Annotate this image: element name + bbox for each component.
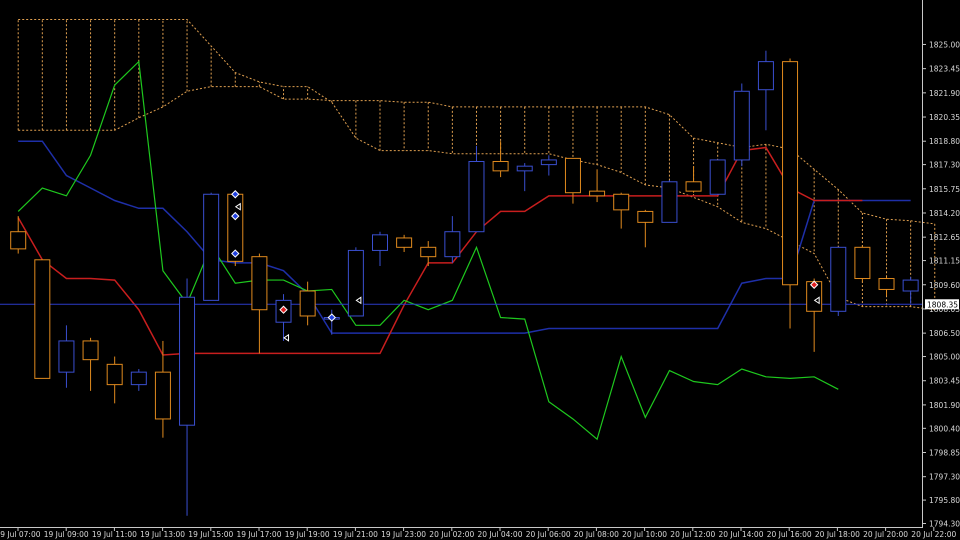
candle-body[interactable] [106, 363, 123, 386]
x-tick-label: 19 Jul 09:00 [44, 530, 89, 539]
candle-body[interactable] [347, 249, 364, 317]
candle-body[interactable] [733, 90, 750, 161]
y-tick-label: 1809.60 [929, 281, 960, 290]
y-tick-label: 1811.15 [929, 257, 960, 266]
x-tick-label: 20 Jul 20:00 [863, 530, 908, 539]
candle-body[interactable] [203, 193, 220, 301]
ichimoku-candlestick-chart[interactable]: 1825.00 1823.45 1821.90 1820.35 1818.80 1817.… [0, 0, 960, 540]
candle-body[interactable] [251, 256, 268, 311]
x-tick-label: 20 Jul 10:00 [622, 530, 667, 539]
x-tick-label: 19 Jul 07:00 [0, 530, 41, 539]
y-tick-label: 1821.90 [929, 89, 960, 98]
x-tick-label: 19 Jul 23:00 [381, 530, 426, 539]
candle[interactable] [709, 159, 726, 195]
y-tick-label: 1805.00 [929, 353, 960, 362]
y-tick-label: 1820.35 [929, 113, 960, 122]
candle[interactable] [830, 246, 847, 316]
candle-body[interactable] [179, 296, 196, 426]
x-tick-label: 19 Jul 19:00 [285, 530, 330, 539]
y-tick-label: 1801.90 [929, 401, 960, 410]
x-tick-label: 20 Jul 12:00 [670, 530, 715, 539]
candle-body[interactable] [10, 231, 27, 250]
candle-body[interactable] [782, 61, 799, 286]
x-tick-label: 20 Jul 06:00 [526, 530, 571, 539]
plot-background [0, 0, 960, 540]
candle-body[interactable] [420, 246, 437, 258]
candle-body[interactable] [468, 160, 485, 233]
y-tick-label: 1795.80 [929, 496, 960, 505]
candle-body[interactable] [492, 160, 509, 172]
y-tick-label: 1797.30 [929, 473, 960, 482]
candle-body[interactable] [154, 371, 171, 420]
candle-body[interactable] [854, 246, 871, 280]
current-price-label-text: 1808.35 [927, 300, 958, 309]
candle-body[interactable] [757, 61, 774, 91]
candle-body[interactable] [130, 371, 147, 386]
candle[interactable] [661, 180, 678, 223]
candle-body[interactable] [444, 231, 461, 258]
candle-body[interactable] [564, 157, 581, 194]
candle-body[interactable] [516, 165, 533, 172]
x-tick-label: 20 Jul 16:00 [767, 530, 812, 539]
candle-body[interactable] [372, 234, 388, 251]
y-tick-label: 1806.50 [929, 329, 960, 338]
x-tick-label: 19 Jul 15:00 [188, 530, 233, 539]
candle-body[interactable] [34, 259, 51, 379]
y-tick-label: 1803.45 [929, 377, 960, 386]
candle-body[interactable] [637, 210, 654, 223]
y-tick-label: 1825.00 [929, 40, 960, 49]
candle[interactable] [203, 192, 220, 301]
y-tick-label: 1823.45 [929, 65, 960, 74]
y-tick-label: 1812.65 [929, 233, 960, 242]
candle-body[interactable] [589, 190, 606, 197]
candle[interactable] [34, 259, 51, 379]
candle-body[interactable] [709, 159, 726, 195]
current-price-label: 1808.35 [925, 299, 959, 310]
x-tick-label: 20 Jul 22:00 [911, 530, 956, 539]
candle[interactable] [854, 245, 871, 282]
y-tick-label: 1814.20 [929, 209, 960, 218]
x-tick-label: 19 Jul 21:00 [333, 530, 378, 539]
x-tick-label: 19 Jul 17:00 [237, 530, 282, 539]
candle-body[interactable] [58, 340, 75, 373]
x-tick-label: 20 Jul 08:00 [574, 530, 619, 539]
x-tick-label: 19 Jul 13:00 [140, 530, 185, 539]
candle[interactable] [733, 83, 750, 167]
x-tick-label: 20 Jul 04:00 [478, 530, 523, 539]
y-tick-label: 1798.85 [929, 449, 960, 458]
candle[interactable] [347, 247, 364, 317]
candle-body[interactable] [540, 159, 557, 166]
x-tick-label: 20 Jul 02:00 [429, 530, 474, 539]
candle-body[interactable] [661, 181, 678, 223]
y-tick-label: 1817.30 [929, 161, 960, 170]
y-tick-label: 1818.80 [929, 137, 960, 146]
x-tick-label: 20 Jul 14:00 [719, 530, 764, 539]
candle-body[interactable] [685, 181, 702, 192]
x-tick-label: 19 Jul 11:00 [92, 530, 137, 539]
candle-body[interactable] [82, 340, 99, 361]
candle-body[interactable] [613, 193, 630, 211]
candle-body[interactable] [830, 246, 847, 312]
candle-body[interactable] [878, 278, 895, 290]
candle-body[interactable] [902, 279, 919, 292]
candle-body[interactable] [396, 237, 413, 248]
y-tick-label: 1800.40 [929, 424, 960, 433]
x-tick-label: 20 Jul 18:00 [815, 530, 860, 539]
candle-body[interactable] [299, 290, 316, 317]
y-tick-label: 1815.75 [929, 185, 960, 194]
